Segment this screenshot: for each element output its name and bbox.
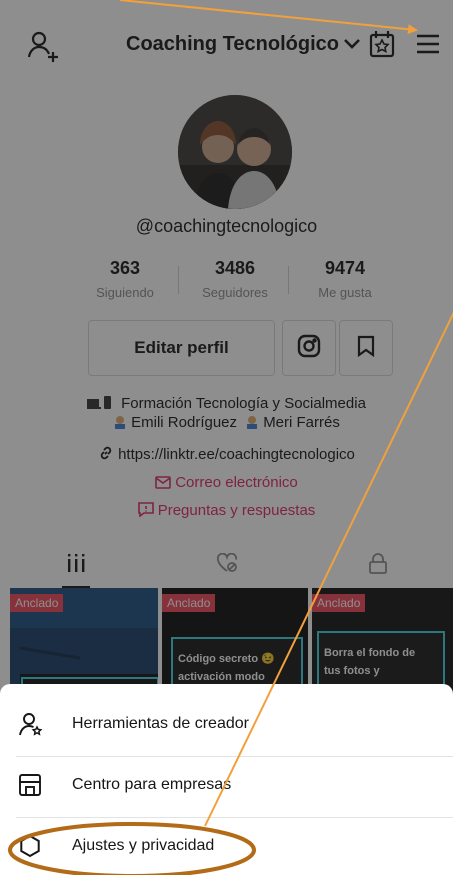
options-sheet: Herramientas de creador Centro para empr… [0, 684, 453, 875]
menu-item-business-center[interactable]: Centro para empresas [0, 757, 453, 815]
store-icon [18, 773, 42, 802]
creator-tools-icon [18, 712, 44, 743]
menu-item-label: Ajustes y privacidad [72, 837, 215, 854]
menu-item-label: Herramientas de creador [72, 715, 249, 732]
menu-item-settings-privacy[interactable]: Ajustes y privacidad [0, 818, 453, 876]
menu-item-label: Centro para empresas [72, 776, 232, 793]
menu-item-creator-tools[interactable]: Herramientas de creador [0, 696, 453, 754]
settings-gear-icon [18, 834, 42, 863]
